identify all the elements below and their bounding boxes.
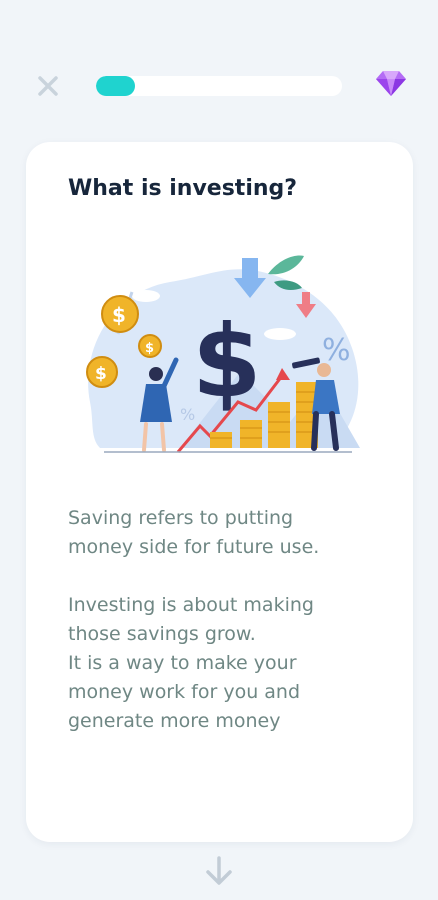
svg-text:$: $: [192, 303, 262, 420]
progress-bar: [96, 76, 342, 96]
lesson-body: Saving refers to putting money side for …: [68, 504, 388, 765]
progress-fill: [96, 76, 136, 96]
text-line: It is a way to make your: [68, 652, 297, 674]
text-line: generate more money: [68, 710, 281, 732]
text-line: Saving refers to putting: [68, 507, 294, 529]
card-title: What is investing?: [68, 176, 298, 201]
next-button[interactable]: [203, 854, 235, 888]
investing-illustration: % % $ $ $ $: [86, 255, 360, 453]
text-line: Investing is about making: [68, 594, 314, 616]
paragraph-saving: Saving refers to putting money side for …: [68, 504, 388, 562]
svg-text:$: $: [145, 341, 154, 356]
svg-text:$: $: [95, 364, 107, 384]
text-line: money side for future use.: [68, 536, 320, 558]
text-line: those savings grow.: [68, 623, 256, 645]
close-icon: [38, 76, 58, 96]
gem-icon: [376, 71, 406, 96]
close-button[interactable]: [34, 72, 62, 100]
svg-text:$: $: [112, 303, 126, 327]
arrow-down-icon: [206, 856, 232, 885]
text-line: money work for you and: [68, 681, 301, 703]
svg-text:%: %: [322, 333, 351, 368]
paragraph-investing: Investing is about making those savings …: [68, 591, 388, 736]
gem-button[interactable]: [374, 68, 408, 98]
lesson-card: What is investing? % % $ $ $ $ Saving re…: [26, 142, 413, 842]
